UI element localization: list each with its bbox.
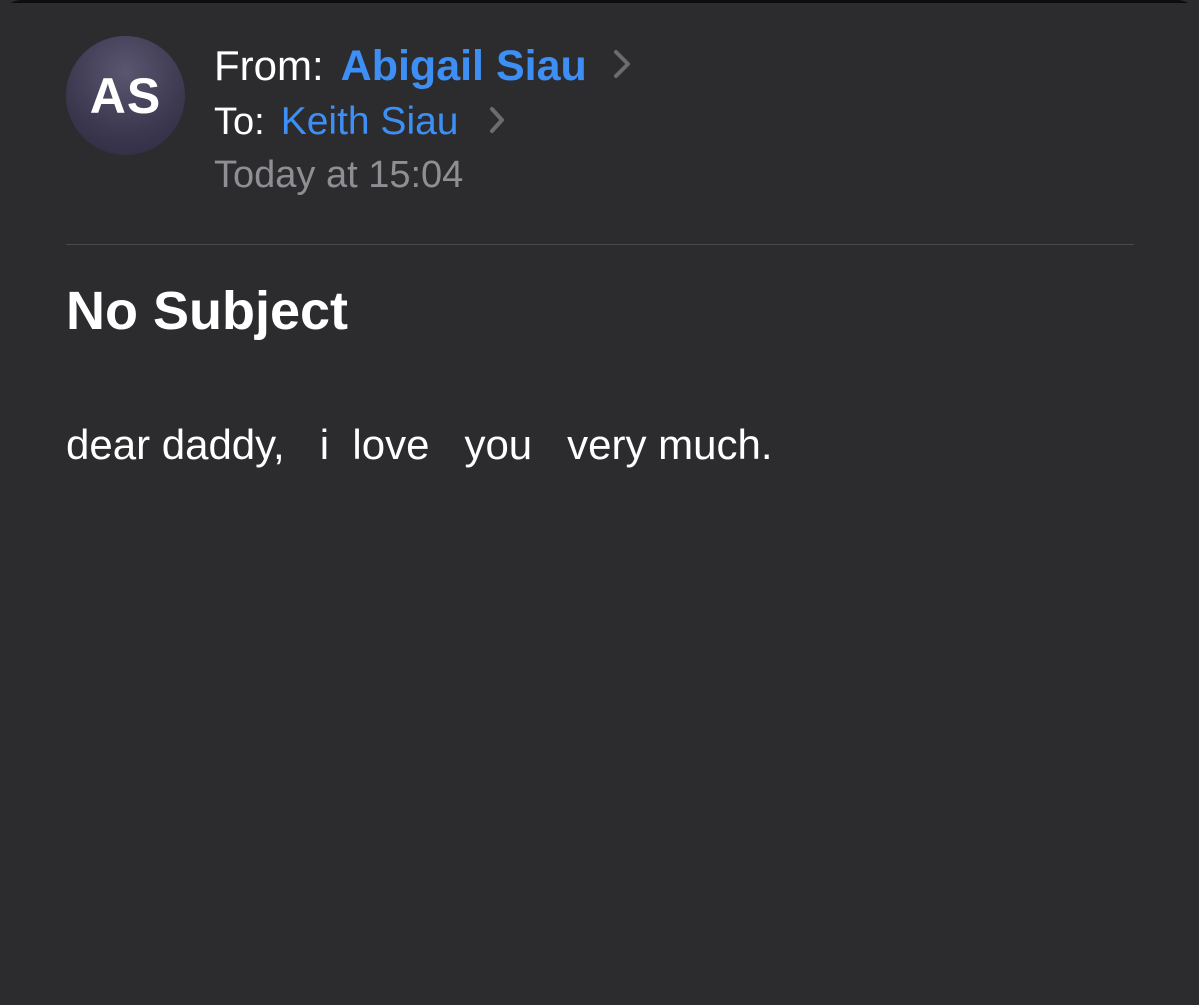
sender-name-link[interactable]: Abigail Siau: [341, 42, 587, 91]
from-label: From:: [214, 42, 324, 89]
to-label: To:: [214, 100, 265, 143]
chevron-right-icon[interactable]: [487, 104, 507, 141]
sender-avatar[interactable]: AS: [66, 36, 185, 155]
top-edge: [0, 0, 1199, 3]
timestamp-row: Today at 15:04: [214, 152, 463, 198]
avatar-initials: AS: [89, 67, 162, 124]
recipient-name-link[interactable]: Keith Siau: [281, 100, 459, 144]
chevron-right-icon[interactable]: [611, 47, 633, 86]
message-subject: No Subject: [66, 281, 349, 341]
message-body[interactable]: dear daddy, i love you very much.: [66, 421, 773, 469]
from-row[interactable]: From: Abigail Siau: [214, 40, 633, 92]
to-row[interactable]: To: Keith Siau: [214, 98, 507, 146]
mail-message-view: AS From: Abigail Siau To: Keith Siau Tod…: [0, 0, 1199, 1005]
message-timestamp: Today at 15:04: [214, 153, 464, 196]
header-divider: [66, 244, 1134, 245]
